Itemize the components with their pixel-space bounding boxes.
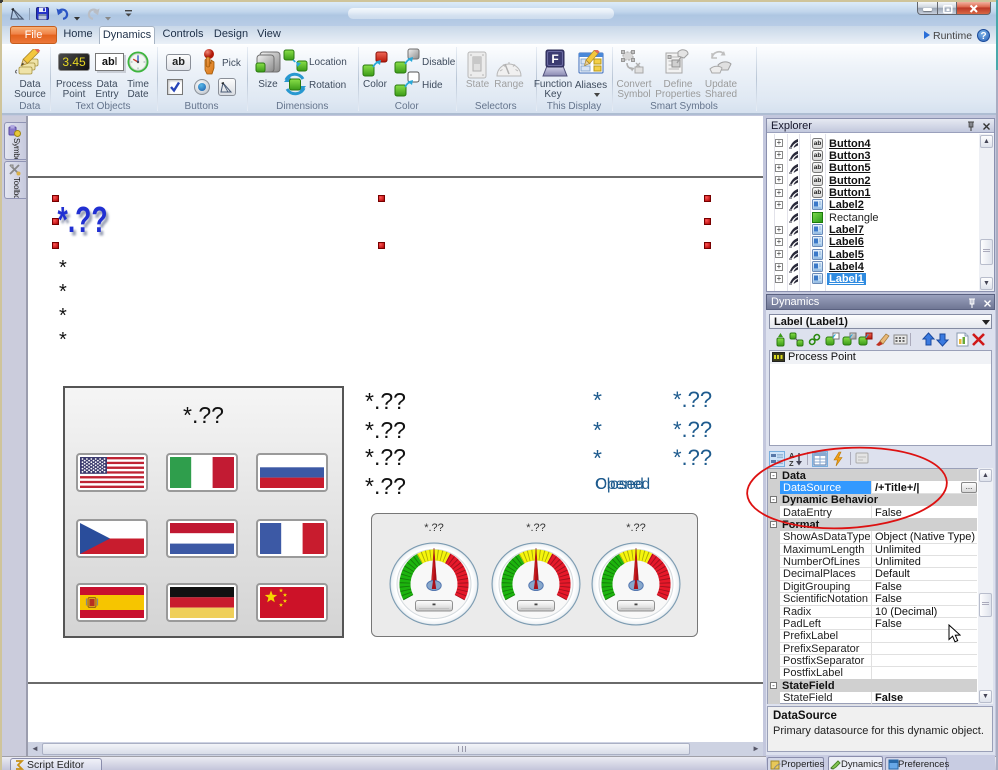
svg-text:F: F <box>551 52 558 66</box>
